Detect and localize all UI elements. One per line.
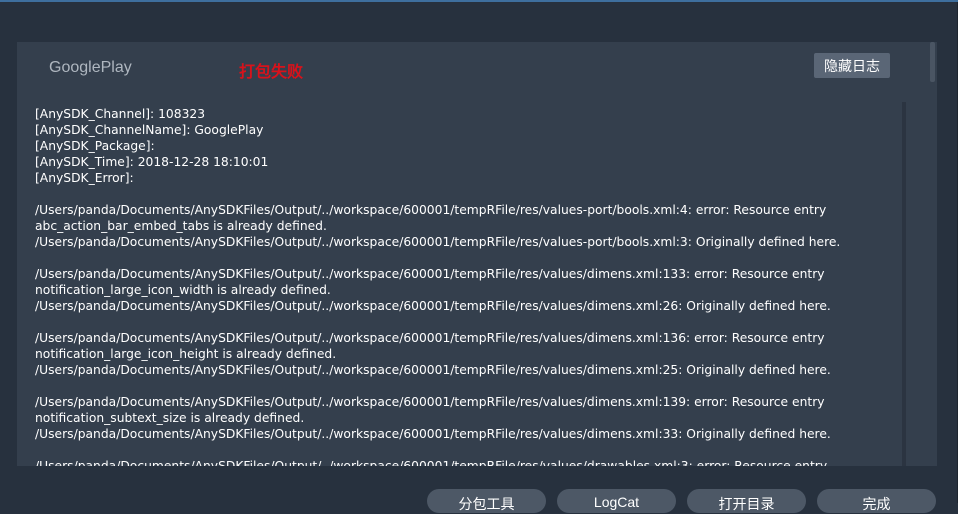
panel-scrollbar[interactable] bbox=[930, 42, 935, 82]
hide-log-button[interactable]: 隐藏日志 bbox=[814, 53, 890, 78]
build-log-panel: GooglePlay 打包失败 隐藏日志 [AnySDK_Channel]: 1… bbox=[17, 42, 937, 466]
log-text: [AnySDK_Channel]: 108323 [AnySDK_Channel… bbox=[35, 107, 841, 466]
finish-button[interactable]: 完成 bbox=[817, 489, 936, 513]
subpackage-tool-button[interactable]: 分包工具 bbox=[427, 489, 546, 513]
logcat-button[interactable]: LogCat bbox=[557, 489, 676, 513]
channel-name: GooglePlay bbox=[49, 59, 132, 76]
window-top-accent bbox=[0, 0, 958, 2]
build-status-text: 打包失败 bbox=[239, 64, 304, 81]
log-scrollbar[interactable] bbox=[902, 102, 906, 466]
open-directory-button[interactable]: 打开目录 bbox=[687, 489, 806, 513]
log-output-area[interactable]: [AnySDK_Channel]: 108323 [AnySDK_Channel… bbox=[17, 102, 901, 466]
